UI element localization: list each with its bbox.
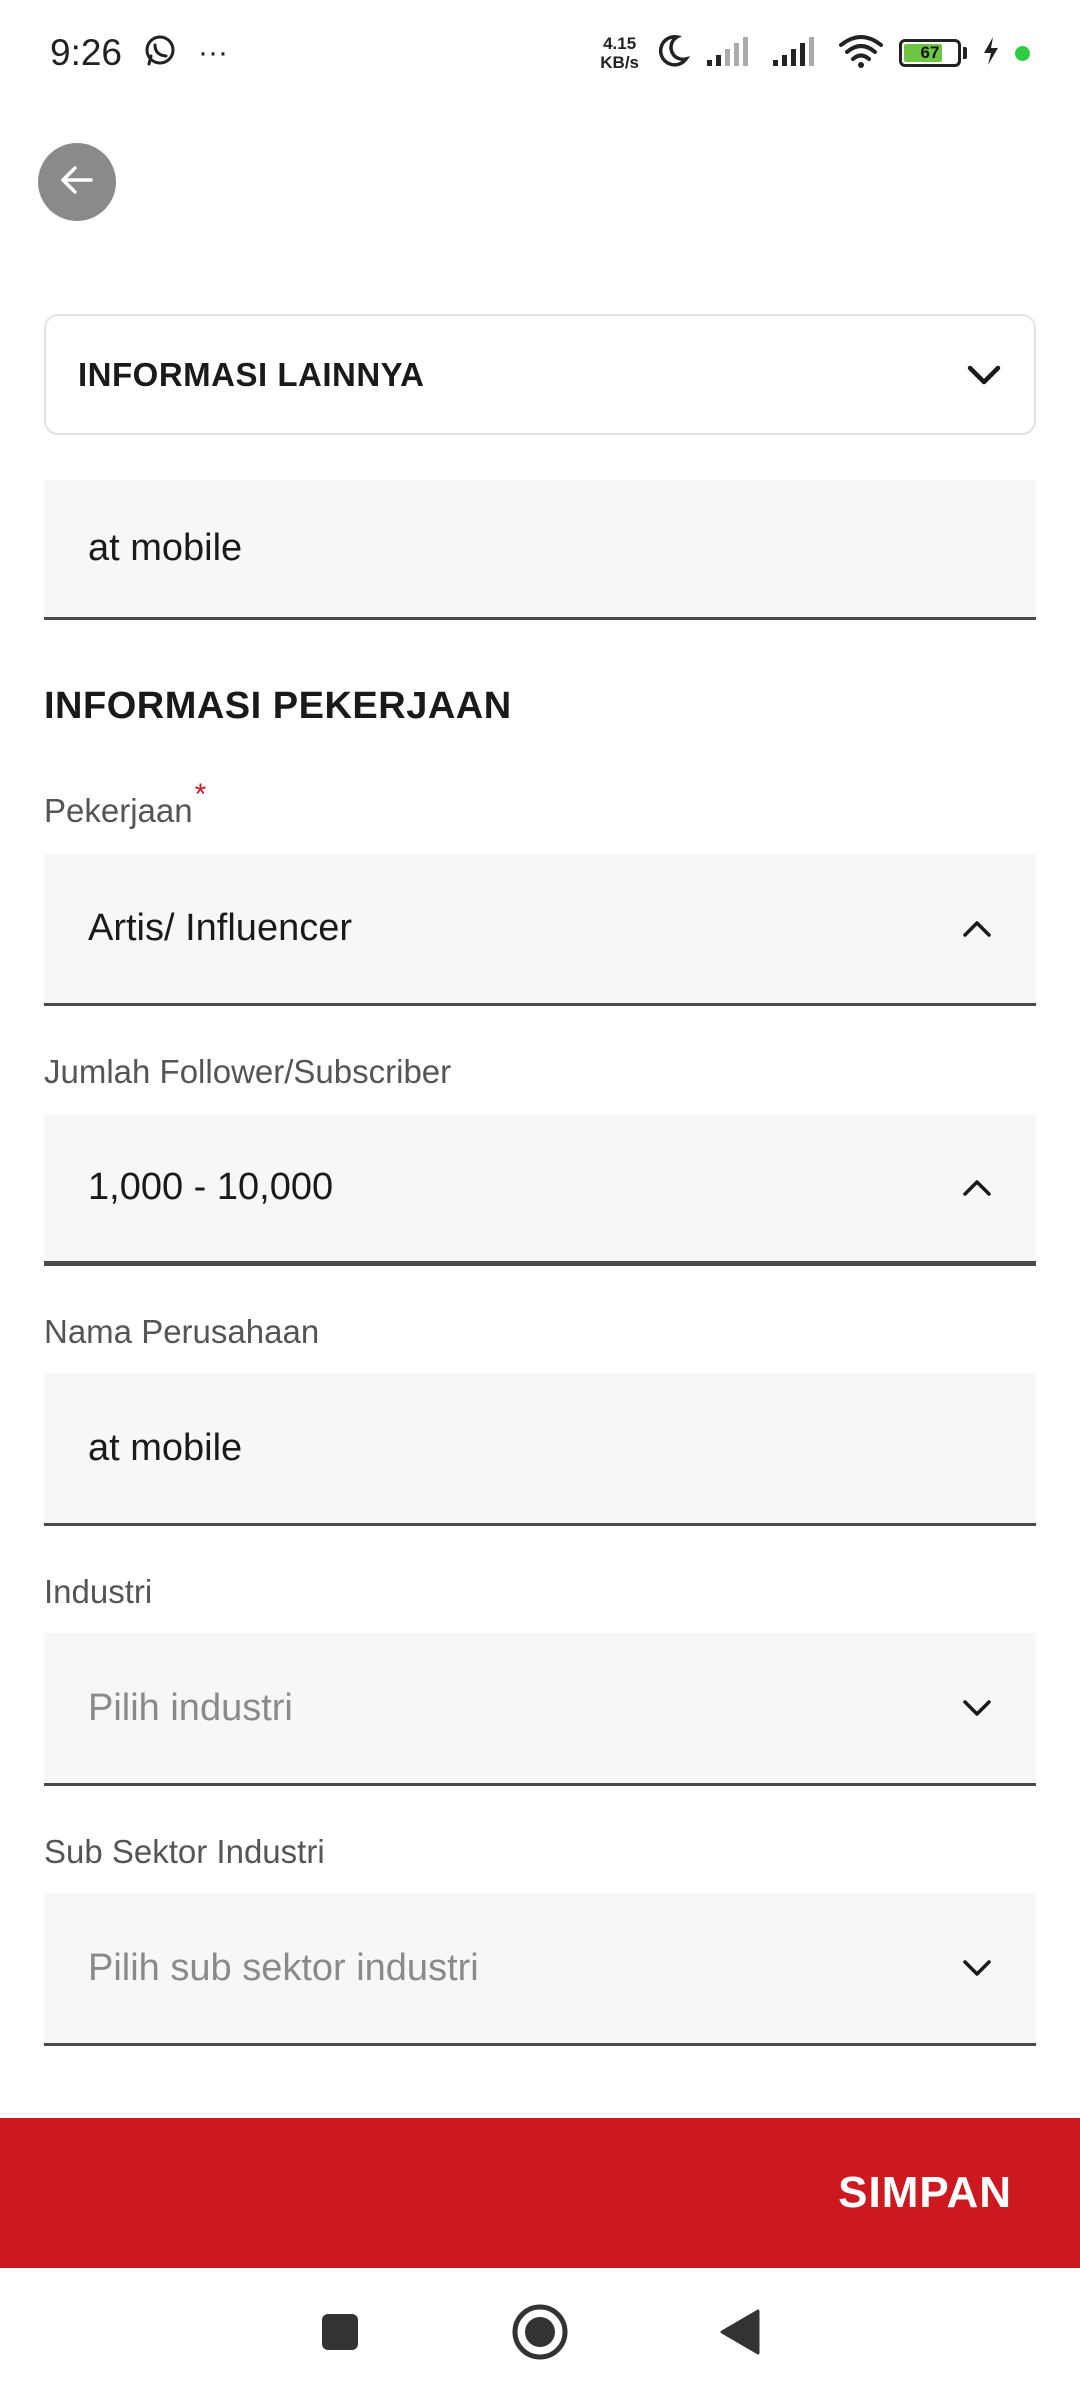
wifi-icon: [837, 33, 885, 74]
whatsapp-icon: [142, 33, 178, 74]
triangle-back-icon: [718, 2307, 762, 2362]
status-time: 9:26: [50, 32, 123, 73]
signal-icon-2: [771, 34, 823, 73]
network-speed: 4.15 KB/s: [600, 34, 639, 72]
network-speed-unit: KB/s: [600, 53, 639, 72]
status-bar: 9:26 ··· 4.15 KB/s 67: [0, 0, 1080, 106]
followers-label: Jumlah Follower/Subscriber: [44, 1053, 452, 1090]
section-title-informasi-pekerjaan: INFORMASI PEKERJAAN: [44, 685, 512, 727]
battery-level: 67: [920, 43, 940, 62]
industry-label: Industri: [44, 1573, 153, 1610]
followers-select-value: 1,000 - 10,000: [88, 1166, 334, 1208]
more-notifications-icon: ···: [198, 36, 228, 69]
accordion-informasi-lainnya[interactable]: INFORMASI LAINNYA: [44, 314, 1036, 435]
company-input-value: at mobile: [88, 1426, 243, 1469]
chevron-down-icon: [962, 1958, 992, 1978]
chevron-up-icon: [962, 919, 992, 939]
save-button-label: SIMPAN: [838, 2168, 1012, 2217]
status-bar-right: 4.15 KB/s 67: [600, 32, 1030, 75]
arrow-left-icon: [57, 160, 97, 205]
industry-select-placeholder: Pilih industri: [88, 1686, 293, 1729]
charging-icon: [981, 35, 1001, 72]
accordion-label: INFORMASI LAINNYA: [78, 355, 425, 393]
chevron-down-icon: [962, 1698, 992, 1718]
company-label: Nama Perusahaan: [44, 1313, 320, 1350]
recent-apps-button[interactable]: [310, 2304, 370, 2364]
back-button[interactable]: [38, 143, 116, 221]
battery-icon: 67: [899, 39, 961, 67]
followers-select[interactable]: 1,000 - 10,000: [44, 1114, 1036, 1266]
company-input[interactable]: at mobile: [44, 1373, 1036, 1526]
battery-tip: [963, 47, 967, 59]
other-info-input-value: at mobile: [88, 527, 243, 569]
home-button[interactable]: [510, 2304, 570, 2364]
square-icon: [320, 2312, 360, 2357]
save-button[interactable]: SIMPAN: [0, 2118, 1080, 2268]
pekerjaan-label-text: Pekerjaan: [44, 792, 193, 829]
signal-icon: [705, 34, 757, 73]
pekerjaan-select[interactable]: Artis/ Influencer: [44, 854, 1036, 1006]
status-bar-left: 9:26 ···: [50, 32, 228, 74]
required-mark: *: [194, 778, 207, 811]
home-circle-icon: [511, 2303, 569, 2366]
other-info-input[interactable]: at mobile: [44, 480, 1036, 620]
system-navigation-bar: [0, 2268, 1080, 2400]
chevron-up-icon: [962, 1178, 992, 1198]
pekerjaan-select-value: Artis/ Influencer: [88, 907, 352, 949]
sub-sector-label: Sub Sektor Industri: [44, 1833, 325, 1870]
sub-sector-select-placeholder: Pilih sub sektor industri: [88, 1946, 479, 1989]
sub-sector-select[interactable]: Pilih sub sektor industri: [44, 1893, 1036, 2046]
pekerjaan-label: Pekerjaan*: [44, 778, 206, 830]
chevron-down-icon: [966, 363, 1002, 387]
back-nav-button[interactable]: [710, 2304, 770, 2364]
moon-icon: [653, 32, 691, 75]
industry-select[interactable]: Pilih industri: [44, 1633, 1036, 1786]
network-speed-value: 4.15: [603, 34, 637, 53]
privacy-indicator-dot: [1015, 45, 1030, 61]
